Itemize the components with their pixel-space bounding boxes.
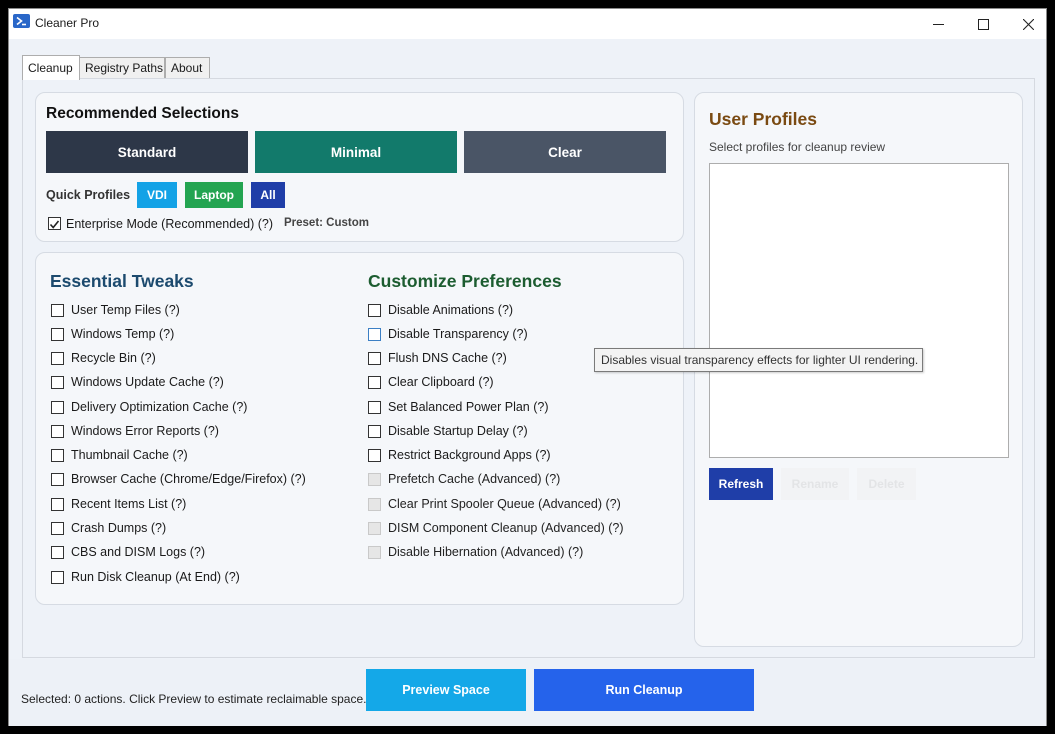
- essential-item-label: Recycle Bin (?): [71, 351, 156, 365]
- essential-item-label: Windows Error Reports (?): [71, 424, 219, 438]
- essential-item-checkbox[interactable]: [51, 498, 64, 511]
- rename-button: Rename: [781, 468, 849, 500]
- close-button[interactable]: [1005, 9, 1051, 39]
- customize-item-checkbox[interactable]: [368, 449, 381, 462]
- essential-item-checkbox[interactable]: [51, 522, 64, 535]
- tweaks-card: Essential Tweaks Customize Preferences U…: [35, 252, 684, 605]
- recommended-card: Recommended Selections Standard Minimal …: [35, 92, 684, 242]
- user-profiles-subtitle: Select profiles for cleanup review: [709, 140, 886, 154]
- delete-button: Delete: [857, 468, 916, 500]
- transparency-tooltip: Disables visual transparency effects for…: [594, 348, 923, 372]
- customize-item-label: Prefetch Cache (Advanced) (?): [388, 472, 561, 486]
- essential-item-checkbox[interactable]: [51, 328, 64, 341]
- standard-button[interactable]: Standard: [46, 131, 248, 173]
- essential-item-checkbox[interactable]: [51, 571, 64, 584]
- customize-item-label: DISM Component Cleanup (Advanced) (?): [388, 521, 624, 535]
- minimize-icon: [932, 23, 944, 25]
- customize-item-checkbox: [368, 522, 381, 535]
- essential-item-label: Run Disk Cleanup (At End) (?): [71, 570, 240, 584]
- window-title: Cleaner Pro: [35, 16, 100, 30]
- maximize-button[interactable]: [960, 9, 1006, 39]
- essential-item-checkbox[interactable]: [51, 546, 64, 559]
- user-profiles-heading: User Profiles: [709, 109, 817, 129]
- customize-item-checkbox: [368, 498, 381, 511]
- essential-item-label: Windows Temp (?): [71, 327, 175, 341]
- essential-item-label: Thumbnail Cache (?): [71, 448, 188, 462]
- customize-item-label: Restrict Background Apps (?): [388, 448, 551, 462]
- clear-button[interactable]: Clear: [464, 131, 666, 173]
- essential-item-checkbox[interactable]: [51, 352, 64, 365]
- customize-item-checkbox: [368, 473, 381, 486]
- essential-item-checkbox[interactable]: [51, 304, 64, 317]
- essential-item-label: User Temp Files (?): [71, 303, 180, 317]
- quick-profiles-label: Quick Profiles: [46, 188, 131, 202]
- customize-item-label: Set Balanced Power Plan (?): [388, 400, 549, 414]
- enterprise-mode-label: Enterprise Mode (Recommended) (?): [66, 217, 274, 231]
- app-window: Cleaner Pro Cleanup Registry Paths About…: [8, 8, 1047, 726]
- all-profile-button[interactable]: All: [251, 182, 285, 208]
- customize-item-checkbox[interactable]: [368, 425, 381, 438]
- essential-item-label: Windows Update Cache (?): [71, 375, 224, 389]
- customize-item-label: Flush DNS Cache (?): [388, 351, 507, 365]
- run-cleanup-button[interactable]: Run Cleanup: [534, 669, 754, 711]
- tab-about[interactable]: About: [165, 57, 210, 79]
- powershell-icon: [13, 14, 30, 28]
- status-text: Selected: 0 actions. Click Preview to es…: [21, 692, 367, 706]
- maximize-icon: [977, 18, 989, 30]
- customize-item-label: Disable Transparency (?): [388, 327, 528, 341]
- essential-item-label: Crash Dumps (?): [71, 521, 167, 535]
- title-bar[interactable]: Cleaner Pro: [9, 9, 1046, 39]
- checkmark-icon: [49, 220, 60, 229]
- tab-registry-paths[interactable]: Registry Paths: [79, 57, 165, 79]
- essential-item-checkbox[interactable]: [51, 473, 64, 486]
- customize-preferences-heading: Customize Preferences: [368, 271, 562, 291]
- customize-item-checkbox[interactable]: [368, 304, 381, 317]
- customize-item-label: Disable Animations (?): [388, 303, 514, 317]
- minimize-button[interactable]: [915, 9, 961, 39]
- essential-item-label: Delivery Optimization Cache (?): [71, 400, 248, 414]
- essential-item-label: Browser Cache (Chrome/Edge/Firefox) (?): [71, 472, 306, 486]
- customize-item-checkbox[interactable]: [368, 352, 381, 365]
- customize-item-label: Disable Hibernation (Advanced) (?): [388, 545, 584, 559]
- user-profiles-listbox[interactable]: [709, 163, 1009, 458]
- customize-item-checkbox[interactable]: [368, 401, 381, 414]
- customize-item-checkbox: [368, 546, 381, 559]
- essential-item-label: Recent Items List (?): [71, 497, 187, 511]
- tab-cleanup[interactable]: Cleanup: [22, 55, 80, 80]
- customize-item-label: Disable Startup Delay (?): [388, 424, 528, 438]
- customize-item-checkbox[interactable]: [368, 328, 381, 341]
- enterprise-mode-checkbox[interactable]: [48, 217, 61, 230]
- essential-item-checkbox[interactable]: [51, 401, 64, 414]
- essential-tweaks-heading: Essential Tweaks: [50, 271, 194, 291]
- preview-space-button[interactable]: Preview Space: [366, 669, 526, 711]
- refresh-button[interactable]: Refresh: [709, 468, 773, 500]
- essential-item-checkbox[interactable]: [51, 449, 64, 462]
- close-icon: [1022, 18, 1034, 30]
- essential-item-label: CBS and DISM Logs (?): [71, 545, 206, 559]
- essential-item-checkbox[interactable]: [51, 425, 64, 438]
- vdi-profile-button[interactable]: VDI: [137, 182, 177, 208]
- customize-item-checkbox[interactable]: [368, 376, 381, 389]
- minimal-button[interactable]: Minimal: [255, 131, 457, 173]
- customize-item-label: Clear Print Spooler Queue (Advanced) (?): [388, 497, 621, 511]
- preset-label: Preset: Custom: [284, 217, 369, 229]
- laptop-profile-button[interactable]: Laptop: [185, 182, 243, 208]
- essential-item-checkbox[interactable]: [51, 376, 64, 389]
- recommended-heading: Recommended Selections: [46, 105, 239, 122]
- footer-bar: Selected: 0 actions. Click Preview to es…: [9, 659, 1046, 726]
- customize-item-label: Clear Clipboard (?): [388, 375, 494, 389]
